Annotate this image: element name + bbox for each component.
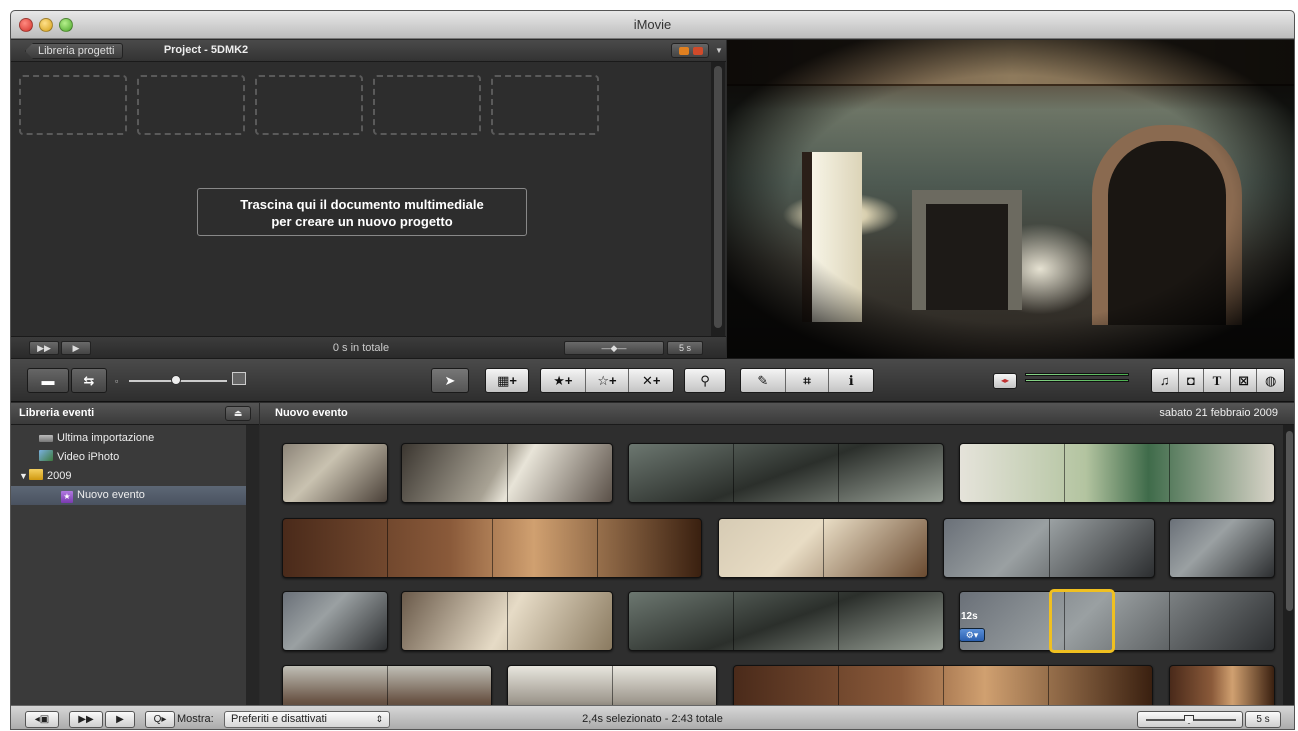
event-browser: Nuovo evento sabato 21 febbraio 2009 12s… [260, 403, 1294, 705]
swap-events-projects-button[interactable]: ⇆ [71, 368, 107, 393]
crop-button[interactable]: ⌗ [785, 369, 830, 392]
project-footer: ▶▶ ▶ 0 s in totale —◆— 5 s [11, 336, 726, 358]
bottom-bar: ◂▣ ▶▶ ▶ Q▸ Mostra: Preferiti e disattiva… [11, 705, 1294, 729]
library-item-iphoto[interactable]: Video iPhoto [11, 448, 246, 467]
clip-action-gear-icon[interactable]: ⚙▾ [959, 628, 985, 642]
video-clip[interactable] [733, 665, 1153, 705]
project-theme-button[interactable] [671, 43, 709, 58]
event-thumbnail-duration: 5 s [1245, 711, 1281, 728]
mark-favorite-button[interactable]: ★+ [541, 369, 586, 392]
project-thumbnail-slider[interactable]: —◆— [564, 341, 664, 355]
project-header: Libreria progetti Project - 5DMK2 ▼ [11, 40, 726, 62]
video-clip[interactable] [1169, 665, 1275, 705]
project-title: Project - 5DMK2 [163, 44, 249, 56]
library-item-nuovo-evento[interactable]: ★ Nuovo evento [11, 486, 246, 505]
video-clip[interactable] [943, 518, 1155, 578]
eyedropper-button[interactable]: ✎ [741, 369, 786, 392]
main-toolbar: ▬ ⇆ ▫ ➤ ▦+ ★+ ☆+ ✕+ ⚲ ✎ ⌗ ℹ ◂▸ ♫ ◘ T ⊠ ◍ [11, 358, 1294, 402]
selection-status: 2,4s selezionato - 2:43 totale [582, 713, 723, 725]
music-browser-icon[interactable]: ♫ [1152, 369, 1179, 392]
selection-tool-button[interactable]: ➤ [431, 368, 469, 393]
video-clip[interactable] [282, 518, 702, 578]
clip-placeholder [491, 75, 599, 135]
library-item-2009[interactable]: ▼ 2009 [11, 467, 246, 486]
large-thumbnail-icon [232, 372, 246, 385]
video-clip[interactable] [401, 591, 613, 651]
inspector-button[interactable]: ℹ [829, 369, 873, 392]
unmark-button[interactable]: ☆+ [585, 369, 630, 392]
transition-icon [693, 47, 703, 55]
video-clip[interactable] [628, 591, 944, 651]
transitions-browser-icon[interactable]: ⊠ [1230, 369, 1258, 392]
photo-browser-icon[interactable]: ◘ [1178, 369, 1205, 392]
folder-icon [29, 469, 43, 480]
project-scrollbar[interactable] [711, 62, 725, 336]
small-thumbnail-icon: ▫ [115, 376, 119, 386]
film-icon [39, 435, 53, 442]
iphoto-icon [39, 450, 53, 461]
keyword-tool-button[interactable]: ⚲ [684, 368, 726, 393]
audio-skimming-button[interactable]: ◂▸ [993, 373, 1017, 389]
preview-viewer[interactable] [727, 40, 1294, 358]
event-name: Nuovo evento [275, 407, 348, 419]
volume-meter [1025, 373, 1129, 385]
drop-message-line2: per creare un nuovo progetto [271, 214, 453, 229]
clip-placeholder [255, 75, 363, 135]
star-event-icon: ★ [61, 491, 73, 503]
video-clip[interactable] [282, 443, 388, 503]
disclosure-triangle-icon[interactable]: ▼ [19, 467, 29, 486]
clip-placeholder [137, 75, 245, 135]
titles-browser-icon[interactable]: T [1204, 369, 1231, 392]
theme-icon [679, 47, 689, 55]
rating-segmented-control: ★+ ☆+ ✕+ [540, 368, 674, 393]
event-thumbnail-slider[interactable] [1137, 711, 1243, 728]
reject-button[interactable]: ✕+ [629, 369, 673, 392]
event-thumbnail-zoom: 5 s [1137, 711, 1287, 728]
video-clip[interactable] [282, 665, 492, 705]
selection-range[interactable] [1049, 589, 1115, 653]
import-camera-button[interactable]: ▬ [27, 368, 69, 393]
event-library-header: Libreria eventi ⏏ [11, 403, 259, 425]
project-pane: Libreria progetti Project - 5DMK2 ▼ Tras… [11, 40, 726, 358]
adjust-segmented-control: ✎ ⌗ ℹ [740, 368, 874, 393]
library-item-last-import[interactable]: Ultima importazione [11, 429, 246, 448]
window-title: iMovie [633, 17, 672, 32]
clip-duration-badge: 12s [961, 611, 978, 622]
eject-icon[interactable]: ⏏ [225, 406, 251, 421]
maps-browser-icon[interactable]: ◍ [1257, 369, 1284, 392]
title-bar: iMovie [11, 11, 1294, 39]
event-library-title: Libreria eventi [19, 407, 95, 419]
clip-placeholder [373, 75, 481, 135]
video-clip[interactable] [959, 443, 1275, 503]
video-clip-selected[interactable] [959, 591, 1275, 651]
chevron-down-icon[interactable]: ▼ [715, 46, 723, 55]
browser-segmented-control: ♫ ◘ T ⊠ ◍ [1151, 368, 1285, 393]
project-thumbnail-duration: 5 s [667, 341, 703, 355]
video-clip[interactable] [282, 591, 388, 651]
clip-placeholder [19, 75, 127, 135]
event-library: Libreria eventi ⏏ Ultima importazione Vi… [11, 403, 259, 705]
video-clip[interactable] [401, 443, 613, 503]
event-library-scrollbar[interactable] [246, 425, 259, 705]
clip-size-slider-knob[interactable] [171, 375, 181, 385]
drop-message-line1: Trascina qui il documento multimediale [240, 197, 484, 212]
add-to-project-button[interactable]: ▦+ [485, 368, 529, 393]
event-browser-scrollbar[interactable] [1283, 425, 1294, 705]
imovie-window: iMovie Libreria progetti Project - 5DMK2… [10, 10, 1295, 730]
video-clip[interactable] [507, 665, 717, 705]
event-browser-header: Nuovo evento sabato 21 febbraio 2009 [260, 403, 1294, 425]
event-date: sabato 21 febbraio 2009 [1159, 407, 1278, 419]
video-clip[interactable] [1169, 518, 1275, 578]
project-drop-zone[interactable]: Trascina qui il documento multimediale p… [197, 188, 527, 236]
video-clip[interactable] [718, 518, 928, 578]
video-clip[interactable] [628, 443, 944, 503]
